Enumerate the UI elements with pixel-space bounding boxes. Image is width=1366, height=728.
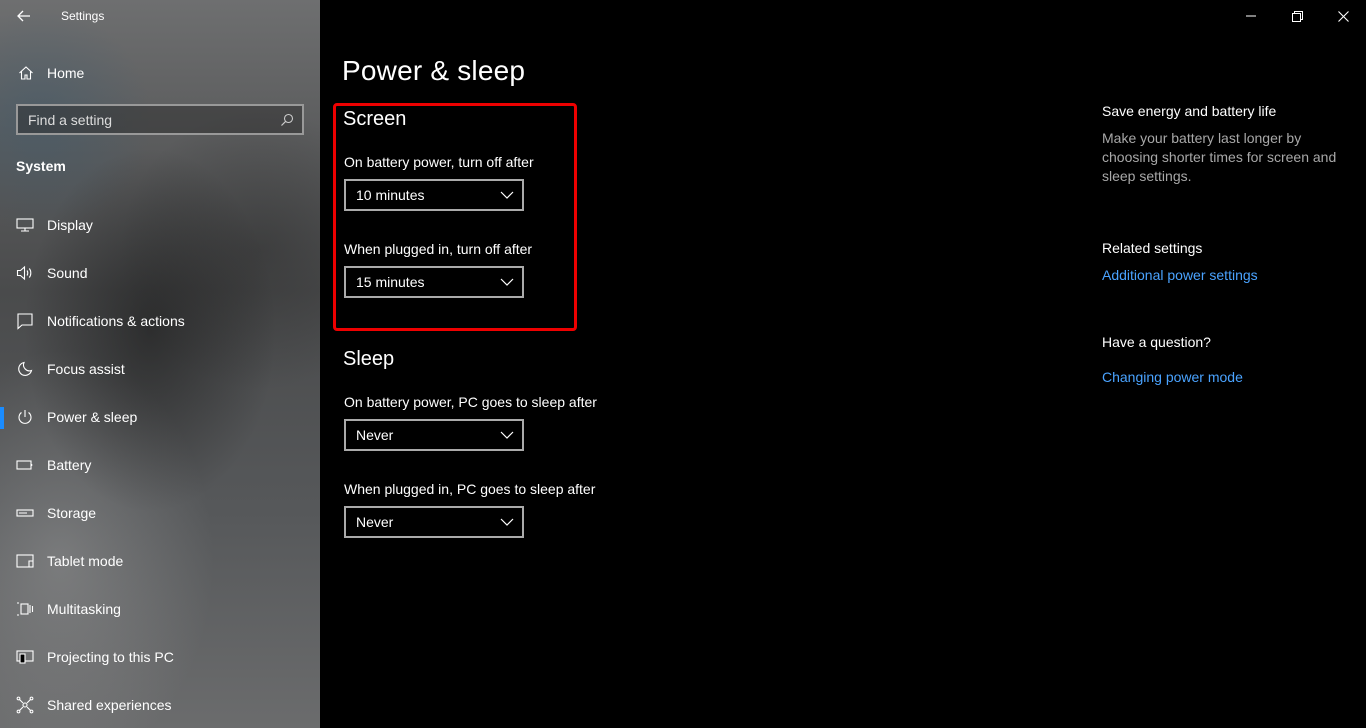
sidebar-item-label: Multitasking xyxy=(47,601,121,617)
sidebar-item-label: Power & sleep xyxy=(47,409,138,425)
storage-icon xyxy=(15,503,35,523)
window-controls xyxy=(1228,0,1366,32)
page-title: Power & sleep xyxy=(342,55,526,86)
screen-battery-label: On battery power, turn off after xyxy=(344,154,534,170)
search-box[interactable] xyxy=(16,104,304,135)
sidebar-item-projecting[interactable]: Projecting to this PC xyxy=(0,633,320,681)
sleep-heading: Sleep xyxy=(343,348,395,370)
sidebar-item-label: Storage xyxy=(47,505,97,521)
home-label: Home xyxy=(47,65,85,81)
sidebar-nav: Display Sound Notifications & actions Fo… xyxy=(0,201,320,728)
sleep-battery-dropdown[interactable]: Never xyxy=(344,419,524,451)
sidebar-item-sound[interactable]: Sound xyxy=(0,249,320,297)
sidebar-section-title: System xyxy=(16,158,66,174)
sleep-plugged-label: When plugged in, PC goes to sleep after xyxy=(344,481,596,497)
battery-icon xyxy=(15,455,35,475)
sidebar: Settings Home System Display Sound xyxy=(0,0,320,728)
sidebar-item-notifications[interactable]: Notifications & actions xyxy=(0,297,320,345)
close-icon xyxy=(1337,10,1349,22)
sidebar-item-storage[interactable]: Storage xyxy=(0,489,320,537)
speaker-icon xyxy=(15,263,35,283)
dropdown-value: Never xyxy=(356,427,394,443)
related-settings-heading: Related settings xyxy=(1102,240,1203,256)
sidebar-item-battery[interactable]: Battery xyxy=(0,441,320,489)
screen-heading: Screen xyxy=(343,108,407,130)
tablet-icon xyxy=(15,551,35,571)
chevron-down-icon xyxy=(500,278,514,286)
restore-icon xyxy=(1291,10,1303,22)
app-title: Settings xyxy=(61,9,105,23)
screen-plugged-dropdown[interactable]: 15 minutes xyxy=(344,266,524,298)
chevron-down-icon xyxy=(500,431,514,439)
save-energy-text: Make your battery last longer by choosin… xyxy=(1102,130,1337,184)
search-input[interactable] xyxy=(18,111,272,128)
sidebar-item-shared-experiences[interactable]: Shared experiences xyxy=(0,681,320,728)
sidebar-item-multitasking[interactable]: Multitasking xyxy=(0,585,320,633)
back-arrow-icon xyxy=(17,10,30,22)
sidebar-item-label: Battery xyxy=(47,457,92,473)
additional-power-settings-link[interactable]: Additional power settings xyxy=(1102,267,1352,283)
search-icon[interactable] xyxy=(272,113,302,127)
sleep-plugged-dropdown[interactable]: Never xyxy=(344,506,524,538)
chevron-down-icon xyxy=(500,518,514,526)
notification-icon xyxy=(15,311,35,331)
sidebar-item-label: Tablet mode xyxy=(47,553,124,569)
power-icon xyxy=(15,407,35,427)
home-icon xyxy=(16,65,36,81)
sidebar-item-label: Notifications & actions xyxy=(47,313,185,329)
restore-button[interactable] xyxy=(1274,0,1320,32)
question-heading: Have a question? xyxy=(1102,334,1211,350)
display-icon xyxy=(15,215,35,235)
minimize-icon xyxy=(1246,15,1256,17)
dropdown-value: Never xyxy=(356,514,394,530)
moon-icon xyxy=(15,359,35,379)
sidebar-item-label: Shared experiences xyxy=(47,697,172,713)
dropdown-value: 15 minutes xyxy=(356,274,425,290)
save-energy-heading: Save energy and battery life xyxy=(1102,103,1277,119)
sidebar-item-label: Focus assist xyxy=(47,361,125,377)
shared-icon xyxy=(15,695,35,715)
chevron-down-icon xyxy=(500,191,514,199)
sleep-battery-label: On battery power, PC goes to sleep after xyxy=(344,394,597,410)
back-button[interactable] xyxy=(0,0,48,32)
projecting-icon xyxy=(15,647,35,667)
multitasking-icon xyxy=(15,599,35,619)
dropdown-value: 10 minutes xyxy=(356,187,425,203)
screen-battery-dropdown[interactable]: 10 minutes xyxy=(344,179,524,211)
close-button[interactable] xyxy=(1320,0,1366,32)
sidebar-item-label: Sound xyxy=(47,265,88,281)
sidebar-item-focus-assist[interactable]: Focus assist xyxy=(0,345,320,393)
sidebar-item-tablet-mode[interactable]: Tablet mode xyxy=(0,537,320,585)
sidebar-item-label: Display xyxy=(47,217,93,233)
changing-power-mode-link[interactable]: Changing power mode xyxy=(1102,369,1352,385)
sidebar-item-label: Projecting to this PC xyxy=(47,649,174,665)
title-bar: Settings xyxy=(0,0,320,32)
sidebar-item-home[interactable]: Home xyxy=(0,58,320,88)
sidebar-item-display[interactable]: Display xyxy=(0,201,320,249)
sidebar-item-power-sleep[interactable]: Power & sleep xyxy=(0,393,320,441)
minimize-button[interactable] xyxy=(1228,0,1274,32)
screen-plugged-label: When plugged in, turn off after xyxy=(344,241,533,257)
